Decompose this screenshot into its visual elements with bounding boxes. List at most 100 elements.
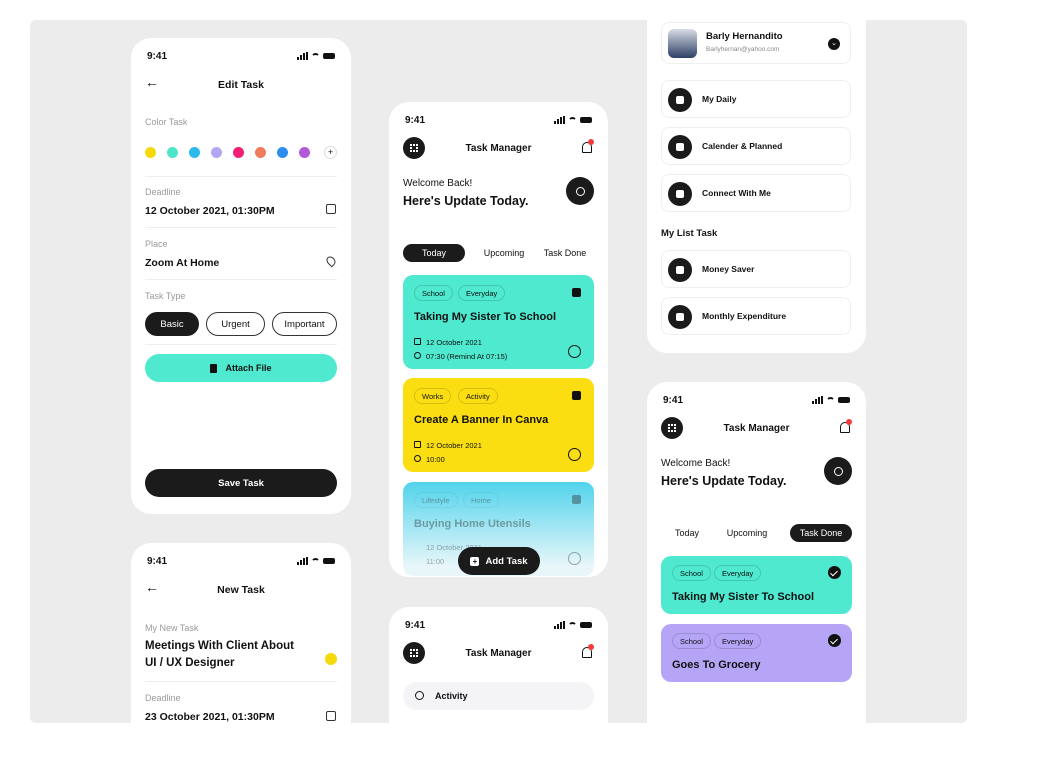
- plus-icon: +: [470, 556, 480, 566]
- complete-checkbox[interactable]: [568, 345, 581, 358]
- calendar-icon: [414, 441, 421, 448]
- edit-icon[interactable]: [572, 391, 581, 400]
- task-name-line-1[interactable]: Meetings With Client About: [145, 640, 294, 652]
- status-time: 9:41: [663, 394, 684, 406]
- avatar: [668, 29, 697, 58]
- notification-dot: [588, 139, 594, 145]
- deadline-label: Deadline: [145, 693, 181, 703]
- color-swatch[interactable]: [299, 147, 310, 158]
- tab-task-done[interactable]: Task Done: [790, 524, 852, 542]
- note-icon: [668, 305, 692, 329]
- task-card[interactable]: Works Activity Create A Banner In Canva …: [403, 378, 594, 472]
- task-card[interactable]: School Everyday Taking My Sister To Scho…: [661, 556, 852, 614]
- type-important-button[interactable]: Important: [272, 312, 337, 336]
- edit-icon[interactable]: [572, 495, 581, 504]
- battery-icon: [323, 53, 335, 59]
- place-value[interactable]: Zoom At Home: [145, 257, 219, 269]
- location-pin-icon[interactable]: [324, 254, 338, 268]
- status-time: 9:41: [405, 619, 426, 631]
- chevron-down-icon[interactable]: ⌄: [828, 38, 840, 50]
- menu-item-my-daily[interactable]: My Daily: [661, 80, 851, 118]
- tab-upcoming[interactable]: Upcoming: [719, 524, 775, 542]
- completed-check-icon[interactable]: [828, 634, 841, 647]
- complete-checkbox[interactable]: [568, 552, 581, 565]
- clock-icon: [414, 352, 421, 359]
- task-title: Taking My Sister To School: [414, 311, 557, 323]
- list-item-monthly-expenditure[interactable]: Monthly Expenditure: [661, 297, 851, 335]
- menu-item-connect[interactable]: Connect With Me: [661, 174, 851, 212]
- signal-icon: [812, 396, 823, 404]
- tab-today[interactable]: Today: [403, 244, 465, 262]
- task-name-line-2[interactable]: UI / UX Designer: [145, 657, 234, 669]
- welcome-text: Welcome Back!: [661, 458, 731, 469]
- status-icons: [812, 396, 850, 404]
- attach-file-button[interactable]: Attach File: [145, 354, 337, 382]
- status-bar: 9:41: [405, 617, 592, 633]
- task-time: 11:00: [426, 557, 445, 566]
- add-task-button[interactable]: + Add Task: [458, 547, 540, 575]
- task-date: 12 October 2021: [426, 441, 482, 450]
- signal-icon: [554, 621, 565, 629]
- tab-task-done[interactable]: Task Done: [537, 244, 593, 262]
- search-button[interactable]: [566, 177, 594, 205]
- status-bar: 9:41: [405, 112, 592, 128]
- battery-icon: [580, 117, 592, 123]
- color-swatch[interactable]: [255, 147, 266, 158]
- new-task-screen: 9:41 ← New Task My New Task Meetings Wit…: [131, 543, 351, 723]
- task-card[interactable]: School Everyday Goes To Grocery: [661, 624, 852, 682]
- status-icons: [554, 116, 592, 124]
- save-task-button[interactable]: Save Task: [145, 469, 337, 497]
- calendar-icon[interactable]: [326, 204, 336, 214]
- tab-today[interactable]: Today: [661, 524, 713, 542]
- profile-email: Barlyhernan@yahoo.com: [706, 46, 780, 53]
- task-tag: Lifestyle: [414, 492, 458, 508]
- calendar-icon[interactable]: [326, 711, 336, 721]
- list-item-label: Money Saver: [702, 264, 755, 274]
- color-swatch[interactable]: [145, 147, 156, 158]
- status-time: 9:41: [147, 555, 168, 567]
- type-urgent-button[interactable]: Urgent: [206, 312, 265, 336]
- signal-icon: [554, 116, 565, 124]
- wifi-icon: [311, 52, 320, 60]
- search-icon: [575, 186, 585, 196]
- app-title: Task Manager: [723, 423, 790, 434]
- wifi-icon: [826, 396, 835, 404]
- wifi-icon: [568, 621, 577, 629]
- task-tag: Everyday: [458, 285, 506, 301]
- search-input[interactable]: Activity: [403, 682, 594, 710]
- list-item-money-saver[interactable]: Money Saver: [661, 250, 851, 288]
- search-icon: [833, 466, 843, 476]
- search-screen: 9:41 Task Manager Activity: [389, 607, 608, 723]
- deadline-value[interactable]: 23 October 2021, 01:30PM: [145, 711, 275, 723]
- battery-icon: [580, 622, 592, 628]
- edit-icon[interactable]: [572, 288, 581, 297]
- color-swatch[interactable]: [167, 147, 178, 158]
- battery-icon: [838, 397, 850, 403]
- status-bar: 9:41: [147, 553, 335, 569]
- task-tag: Everyday: [714, 565, 762, 581]
- notification-dot: [588, 644, 594, 650]
- add-color-button[interactable]: +: [324, 146, 337, 159]
- completed-check-icon[interactable]: [828, 566, 841, 579]
- list-item-label: Monthly Expenditure: [702, 311, 787, 321]
- task-card[interactable]: School Everyday Taking My Sister To Scho…: [403, 275, 594, 369]
- search-button[interactable]: [824, 457, 852, 485]
- color-swatch[interactable]: [211, 147, 222, 158]
- canvas: 9:41 ← Edit Task Color Task + Deadline 1…: [30, 20, 967, 723]
- calendar-icon: [414, 338, 421, 345]
- color-swatch[interactable]: [189, 147, 200, 158]
- edit-task-screen: 9:41 ← Edit Task Color Task + Deadline 1…: [131, 38, 351, 514]
- menu-item-calendar[interactable]: Calender & Planned: [661, 127, 851, 165]
- color-swatch[interactable]: [233, 147, 244, 158]
- profile-card[interactable]: Barly Hernandito Barlyhernan@yahoo.com ⌄: [661, 22, 851, 64]
- type-basic-button[interactable]: Basic: [145, 312, 199, 336]
- deadline-value[interactable]: 12 October 2021, 01:30PM: [145, 205, 275, 217]
- task-color-dot[interactable]: [325, 653, 337, 665]
- status-time: 9:41: [147, 50, 168, 62]
- profile-menu-screen: Barly Hernandito Barlyhernan@yahoo.com ⌄…: [647, 20, 866, 353]
- tab-upcoming[interactable]: Upcoming: [477, 244, 531, 262]
- complete-checkbox[interactable]: [568, 448, 581, 461]
- menu-item-label: Connect With Me: [702, 188, 771, 198]
- color-swatch[interactable]: [277, 147, 288, 158]
- divider: [145, 681, 337, 682]
